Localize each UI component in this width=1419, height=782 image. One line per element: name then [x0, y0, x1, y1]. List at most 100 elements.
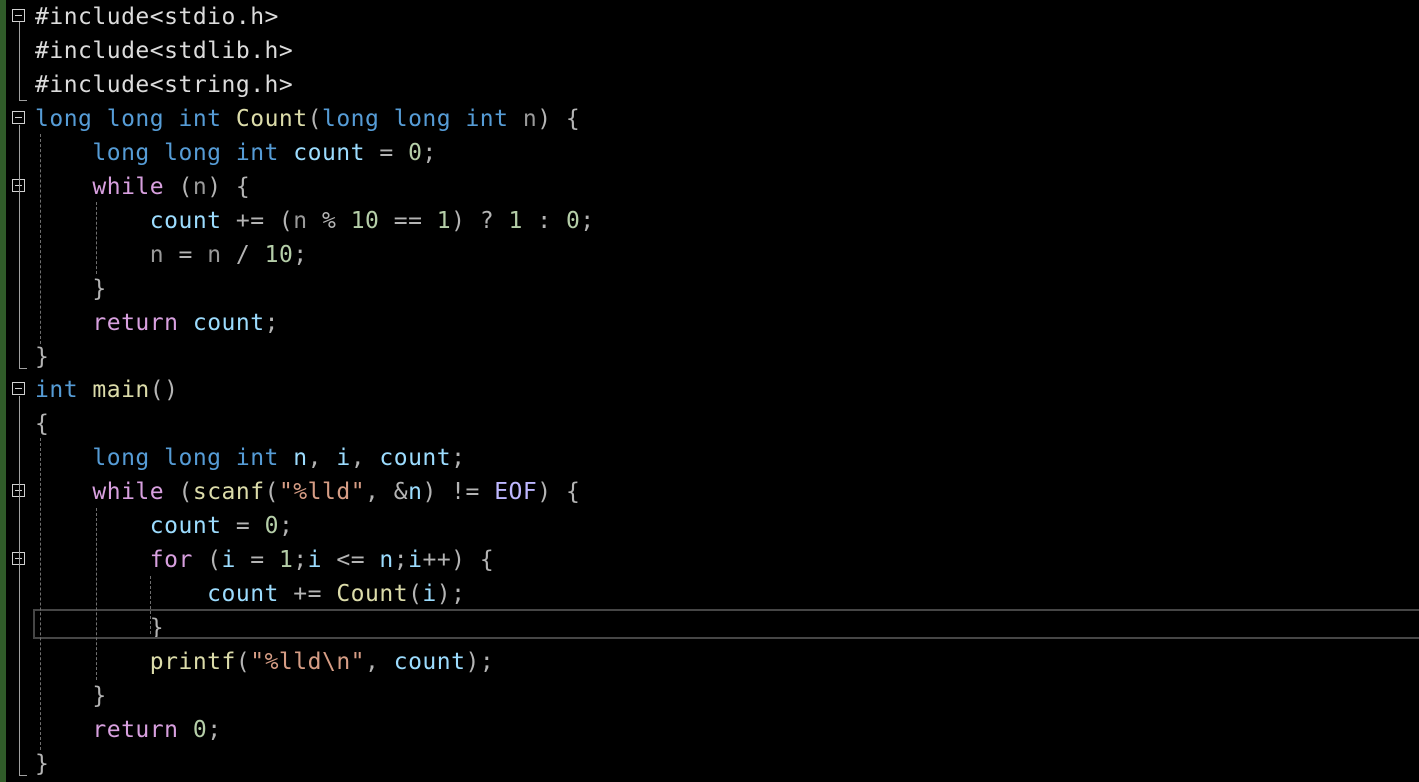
code-token: count [293, 140, 366, 166]
code-token: += [278, 581, 337, 607]
code-line[interactable]: count += (n % 10 == 1) ? 1 : 0; [0, 204, 1419, 238]
indent-guide [96, 202, 97, 274]
collapse-minus-icon[interactable] [12, 382, 25, 395]
code-token: while [92, 174, 165, 200]
include-scope-end [19, 100, 27, 101]
code-token: 1 [508, 208, 523, 234]
code-token: 10 [350, 208, 380, 234]
code-token: ; [293, 547, 308, 573]
code-token: n [293, 208, 308, 234]
code-token: { [35, 411, 50, 437]
code-token: <stdlib.h> [149, 38, 294, 64]
code-line[interactable]: long long int Count(long long int n) { [0, 102, 1419, 136]
code-token: ); [436, 581, 466, 607]
code-text: return 0; [35, 713, 222, 747]
code-text: while (n) { [35, 170, 250, 204]
code-line[interactable]: count += Count(i); [0, 577, 1419, 611]
code-token: long long int [321, 106, 523, 132]
indent-guide [40, 438, 41, 750]
code-token: ( [192, 547, 222, 573]
code-token: 0 [565, 208, 581, 234]
code-token: count [192, 310, 265, 336]
code-line[interactable]: } [0, 272, 1419, 306]
code-token: <= [322, 547, 380, 573]
code-token: = [235, 547, 279, 573]
code-token: #include [35, 4, 150, 30]
code-token: } [35, 751, 50, 777]
code-token: printf [149, 649, 236, 675]
code-token: ( [408, 581, 423, 607]
code-line[interactable]: while (n) { [0, 170, 1419, 204]
code-token: Count [235, 106, 308, 132]
code-token: } [35, 683, 107, 709]
collapse-minus-icon[interactable] [12, 9, 25, 22]
code-line[interactable]: } [0, 340, 1419, 374]
code-token: , [350, 445, 380, 471]
code-line[interactable]: { [0, 407, 1419, 441]
code-token: long long int [92, 140, 294, 166]
main-function-scope-line [19, 396, 20, 776]
code-token: / [221, 242, 265, 268]
code-token: ) { [207, 174, 251, 200]
code-text: for (i = 1;i <= n;i++) { [35, 543, 494, 577]
code-token: i [422, 581, 437, 607]
code-line[interactable]: #include<stdio.h> [0, 0, 1419, 34]
code-line[interactable]: count = 0; [0, 509, 1419, 543]
code-text: count += Count(i); [35, 577, 465, 611]
code-token: ( [164, 174, 193, 200]
code-line[interactable]: } [0, 747, 1419, 781]
code-line[interactable]: } [0, 679, 1419, 713]
code-token: ; [293, 242, 308, 268]
code-token: count [149, 208, 222, 234]
code-token: : [522, 208, 566, 234]
code-line[interactable]: long long int count = 0; [0, 136, 1419, 170]
code-line[interactable]: int main() [0, 373, 1419, 407]
code-token: 1 [278, 547, 294, 573]
code-line[interactable]: #include<string.h> [0, 68, 1419, 102]
code-token: <string.h> [149, 72, 294, 98]
code-token: , [365, 649, 394, 675]
indent-guide [96, 508, 97, 680]
code-editor[interactable]: #include<stdio.h> #include<stdlib.h> #incl… [0, 0, 1419, 782]
code-line[interactable]: return 0; [0, 713, 1419, 747]
code-line[interactable]: n = n / 10; [0, 238, 1419, 272]
code-token: ; [207, 717, 222, 743]
code-token: 10 [264, 242, 294, 268]
code-text: long long int Count(long long int n) { [35, 102, 580, 136]
code-token: n [207, 242, 222, 268]
code-line[interactable]: while (scanf("%lld", &n) != EOF) { [0, 475, 1419, 509]
code-token: int [35, 377, 93, 403]
code-line[interactable]: long long int n, i, count; [0, 441, 1419, 475]
code-token: ); [465, 649, 495, 675]
code-token: += ( [221, 208, 294, 234]
code-token: ( [164, 479, 193, 505]
code-token: Count [336, 581, 409, 607]
code-token: main [92, 377, 150, 403]
code-text: } [35, 747, 49, 781]
code-text: int main() [35, 373, 178, 407]
code-token: count [379, 445, 452, 471]
code-line[interactable]: #include<stdlib.h> [0, 34, 1419, 68]
code-line[interactable]: return count; [0, 306, 1419, 340]
code-token: ) { [537, 479, 581, 505]
code-token: } [35, 344, 50, 370]
code-line[interactable]: for (i = 1;i <= n;i++) { [0, 543, 1419, 577]
code-text: #include<stdio.h> [35, 0, 279, 34]
code-token: ) ? [451, 208, 509, 234]
code-token: i [221, 547, 236, 573]
code-token: ; [264, 310, 279, 336]
code-token: n [293, 445, 308, 471]
collapse-minus-icon[interactable] [12, 111, 25, 124]
code-token: ++) { [422, 547, 495, 573]
code-token: 0 [192, 717, 208, 743]
code-token: ( [264, 479, 279, 505]
code-line[interactable]: printf("%lld\n", count); [0, 645, 1419, 679]
code-text: count += (n % 10 == 1) ? 1 : 0; [35, 204, 595, 238]
